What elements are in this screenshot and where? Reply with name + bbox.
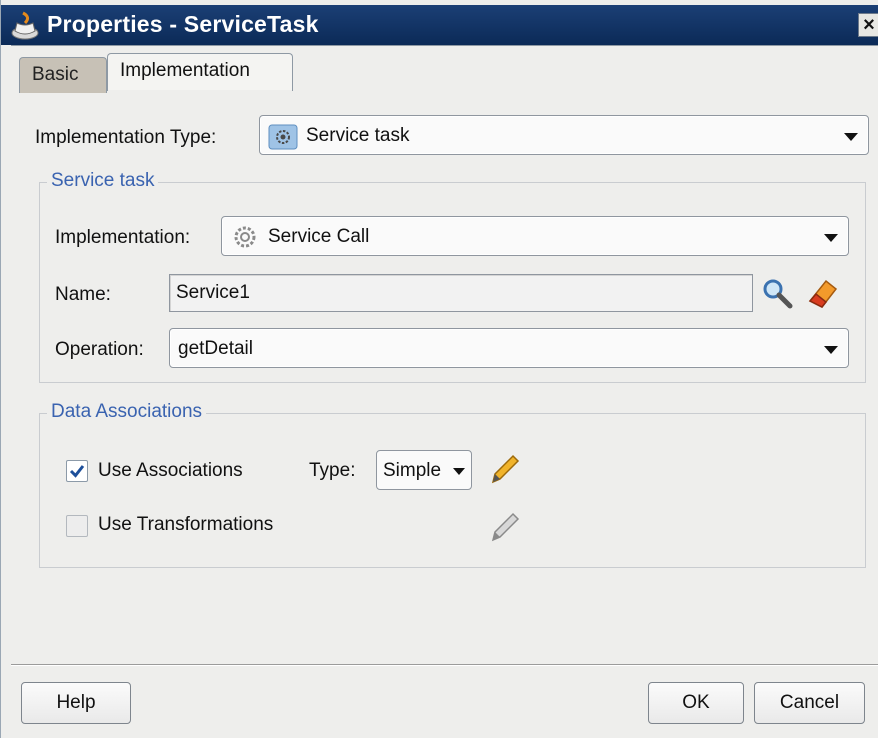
app-icon — [11, 11, 39, 40]
name-input[interactable] — [170, 275, 752, 311]
search-icon[interactable] — [760, 276, 794, 310]
name-field[interactable] — [169, 274, 753, 312]
dialog-title: Properties - ServiceTask — [47, 11, 319, 37]
operation-select[interactable]: getDetail — [169, 328, 849, 368]
footer-divider — [11, 664, 878, 666]
checkmark-icon — [69, 465, 85, 478]
type-value: Simple — [383, 460, 442, 481]
implementation-type-label: Implementation Type: — [35, 127, 217, 148]
data-associations-group-title: Data Associations — [47, 401, 207, 423]
close-button[interactable]: × — [858, 13, 878, 37]
type-label: Type: — [309, 460, 356, 481]
implementation-label: Implementation: — [55, 227, 191, 248]
name-label: Name: — [55, 284, 111, 305]
service-task-group-title: Service task — [47, 170, 159, 192]
implementation-value: Service Call — [268, 226, 370, 247]
implementation-select[interactable]: Service Call — [221, 216, 849, 256]
edit-associations-pencil-icon[interactable] — [487, 452, 521, 486]
close-icon: × — [863, 14, 875, 36]
service-task-icon — [268, 124, 298, 150]
implementation-type-select[interactable]: Service task — [259, 115, 869, 155]
help-button[interactable]: Help — [21, 682, 131, 724]
use-transformations-checkbox[interactable] — [66, 515, 88, 537]
tab-strip: Basic Implementation — [1, 45, 878, 93]
ok-button[interactable]: OK — [648, 682, 744, 724]
operation-value: getDetail — [178, 338, 253, 359]
type-select[interactable]: Simple — [376, 450, 472, 490]
eraser-icon[interactable] — [806, 275, 840, 309]
edit-transformations-pencil-icon — [491, 512, 520, 542]
properties-dialog: Properties - ServiceTask × Basic Impleme… — [0, 0, 878, 738]
cancel-button[interactable]: Cancel — [754, 682, 865, 724]
use-associations-label: Use Associations — [98, 460, 243, 481]
use-associations-checkbox[interactable] — [66, 460, 88, 482]
chevron-down-icon — [824, 346, 838, 354]
chevron-down-icon — [824, 234, 838, 242]
tab-implementation[interactable]: Implementation — [107, 53, 293, 92]
implementation-type-value: Service task — [306, 125, 410, 146]
gear-icon — [234, 226, 256, 248]
title-bar[interactable]: Properties - ServiceTask × — [1, 5, 878, 45]
tab-basic[interactable]: Basic — [19, 57, 107, 93]
tab-divider — [11, 45, 878, 46]
chevron-down-icon — [844, 133, 858, 141]
data-associations-group — [39, 413, 866, 568]
use-transformations-label: Use Transformations — [98, 514, 274, 535]
chevron-down-icon — [453, 468, 465, 475]
operation-label: Operation: — [55, 339, 144, 360]
